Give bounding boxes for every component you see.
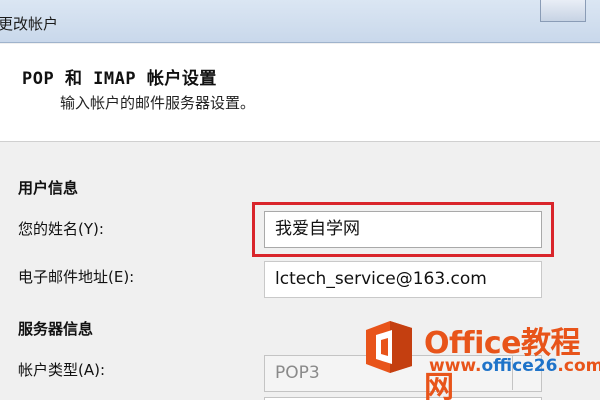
email-field[interactable]: lctech_service@163.com: [264, 261, 542, 298]
server-info-section-label: 服务器信息: [18, 320, 94, 338]
email-label: 电子邮件地址(E):: [18, 268, 135, 286]
office-logo-icon: [366, 321, 412, 373]
header-title: POP 和 IMAP 帐户设置: [22, 69, 217, 89]
watermark-url-prefix: www.: [429, 356, 482, 376]
dialog-header: POP 和 IMAP 帐户设置 输入帐户的邮件服务器设置。: [0, 44, 600, 142]
name-label: 您的姓名(Y):: [18, 220, 104, 238]
watermark-url-suffix: .com: [557, 356, 600, 376]
header-subtitle: 输入帐户的邮件服务器设置。: [60, 94, 256, 112]
watermark-url-domain: office26: [481, 356, 558, 376]
window-title: 更改帐户: [0, 15, 59, 33]
account-type-label: 帐户类型(A):: [18, 361, 106, 379]
title-bar: 更改帐户: [0, 0, 600, 43]
window-control-button[interactable]: [540, 0, 586, 22]
user-info-section-label: 用户信息: [18, 179, 79, 197]
watermark-url: www.office26.com: [429, 356, 600, 376]
name-field[interactable]: 我爱自学网: [264, 211, 542, 248]
